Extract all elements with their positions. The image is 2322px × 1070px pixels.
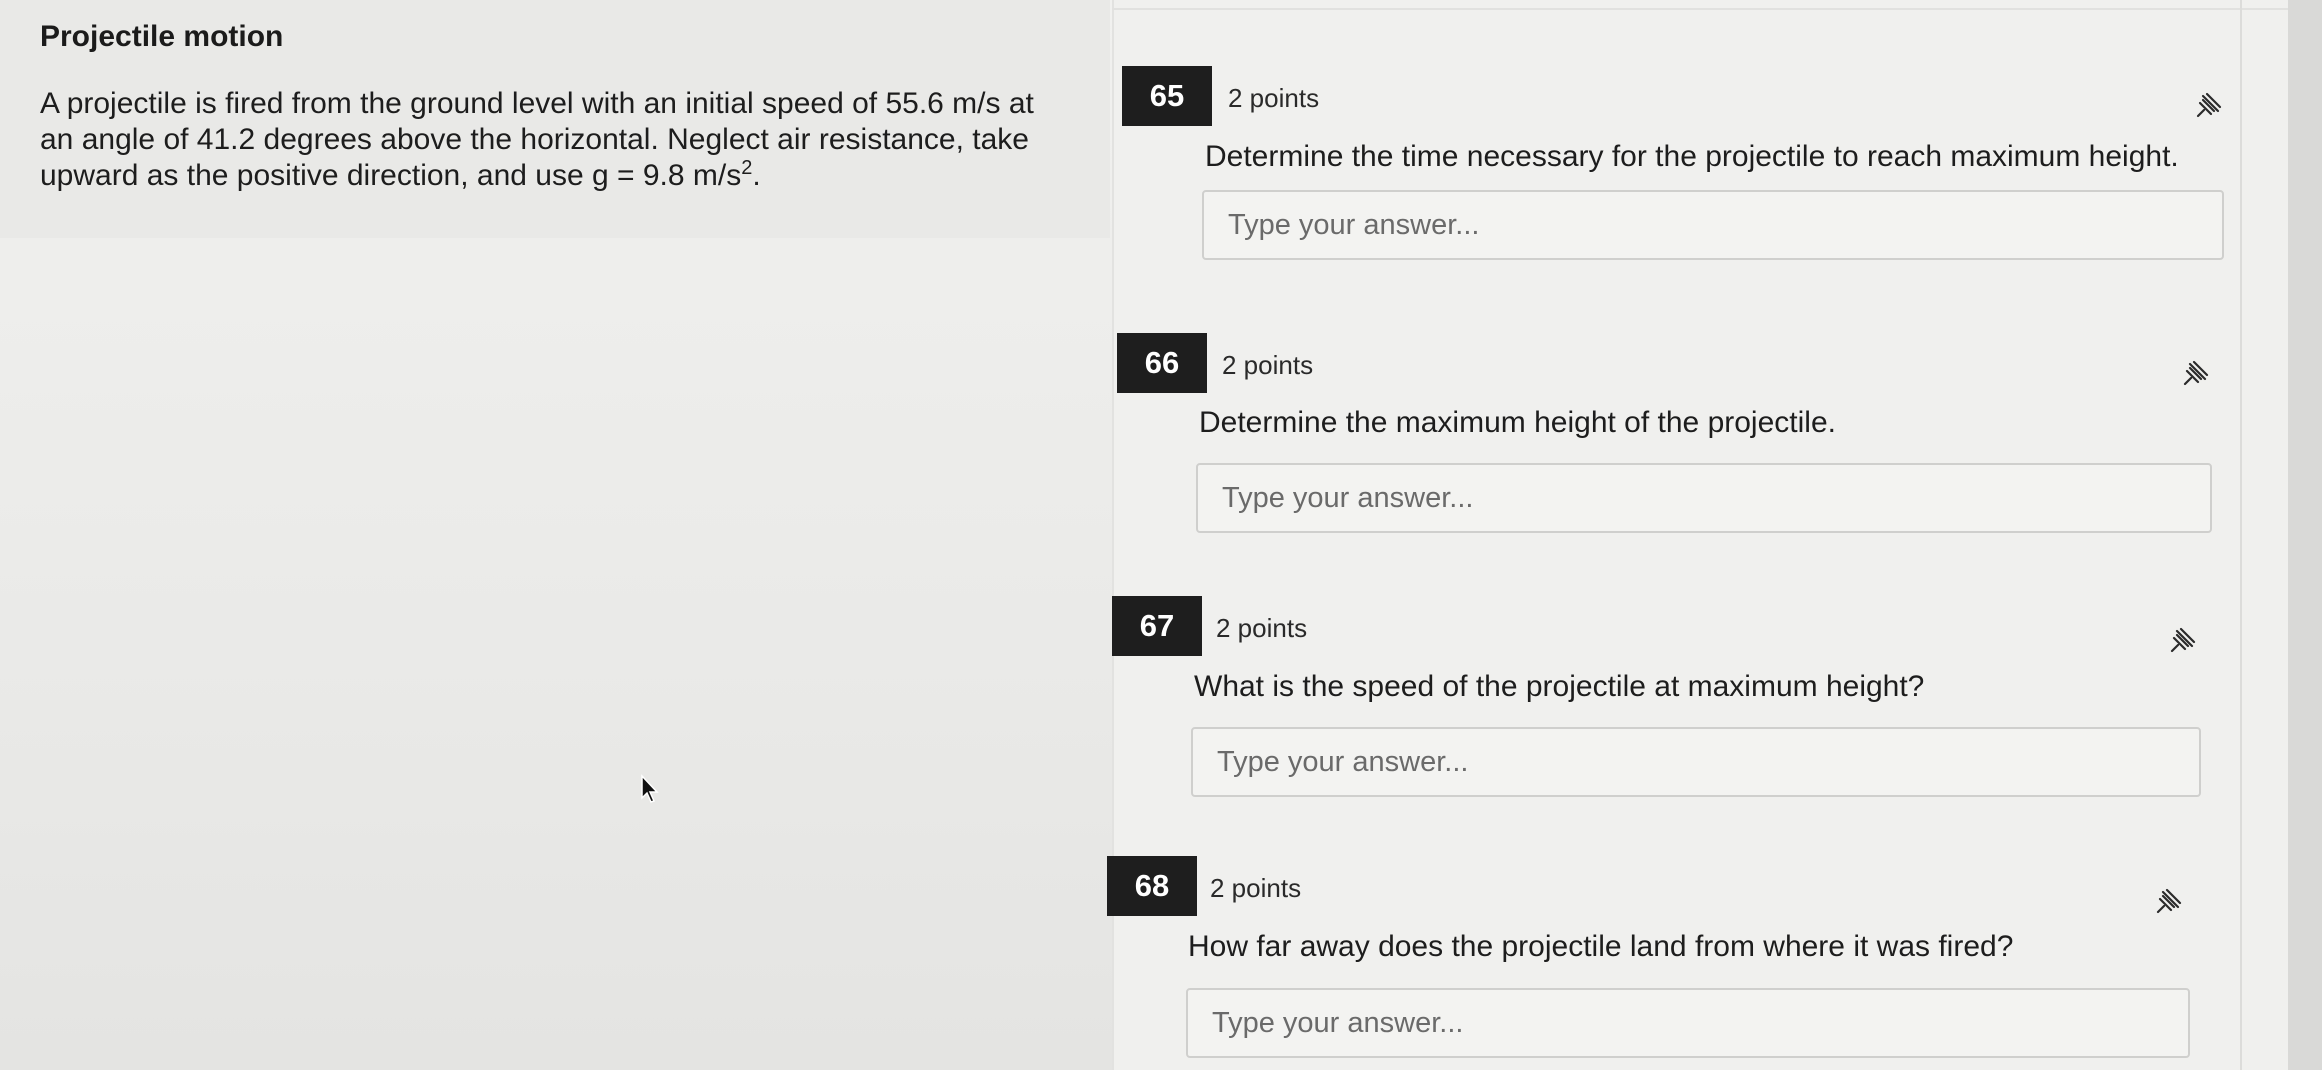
question-text: Determine the maximum height of the proj…	[1199, 406, 1836, 439]
question-text: Determine the time necessary for the pro…	[1205, 140, 2179, 173]
question-text: What is the speed of the projectile at m…	[1194, 670, 1925, 703]
mouse-cursor-icon	[641, 774, 659, 803]
question-number: 67	[1112, 596, 1202, 656]
answer-input[interactable]	[1191, 727, 2201, 797]
scrollbar-track[interactable]	[2288, 0, 2322, 1070]
pin-icon[interactable]	[2164, 625, 2198, 659]
question-points: 2 points	[1228, 83, 1320, 113]
question-number: 65	[1122, 66, 1212, 126]
question-points: 2 points	[1216, 613, 1308, 643]
quiz-page: Projectile motion A projectile is fired …	[0, 0, 2322, 1070]
divider	[2240, 0, 2242, 1070]
context-text: A projectile is fired from the ground le…	[40, 86, 1050, 194]
pin-icon[interactable]	[2190, 90, 2224, 124]
answer-input[interactable]	[1186, 988, 2190, 1058]
context-period: .	[752, 159, 761, 192]
question-text: How far away does the projectile land fr…	[1188, 930, 2014, 963]
answer-input[interactable]	[1202, 190, 2224, 260]
question-points: 2 points	[1222, 350, 1314, 380]
context-text-main: A projectile is fired from the ground le…	[40, 87, 1034, 192]
divider	[1112, 8, 2288, 10]
pin-icon[interactable]	[2177, 358, 2211, 392]
context-title: Projectile motion	[40, 20, 284, 53]
context-exponent: 2	[741, 157, 753, 179]
question-number: 68	[1107, 856, 1197, 916]
pin-icon[interactable]	[2150, 886, 2184, 920]
question-points: 2 points	[1210, 873, 1302, 903]
answer-input[interactable]	[1196, 463, 2212, 533]
question-number: 66	[1117, 333, 1207, 393]
context-panel: Projectile motion A projectile is fired …	[0, 0, 1110, 238]
